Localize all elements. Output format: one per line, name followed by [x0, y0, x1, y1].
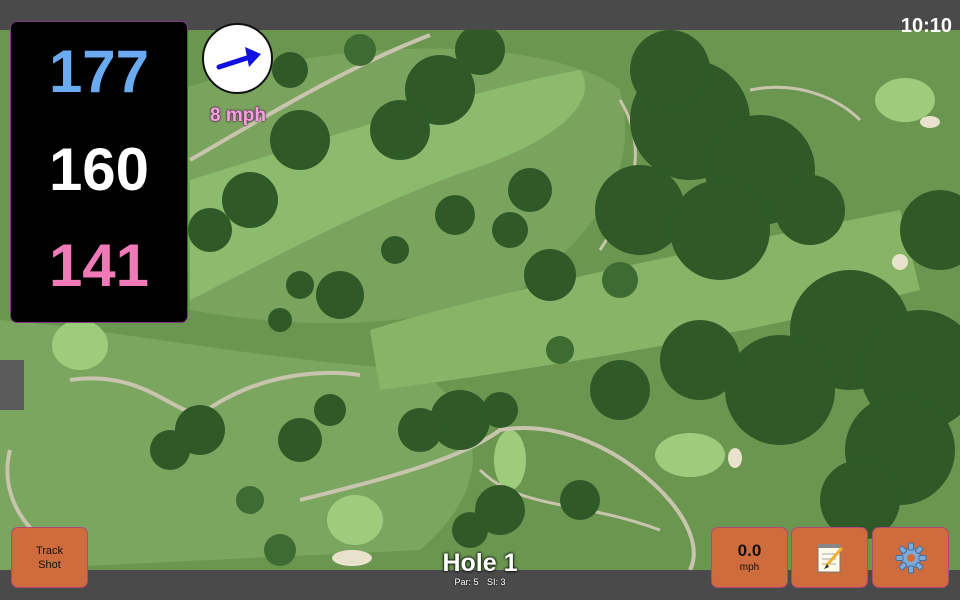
settings-button[interactable] — [873, 528, 948, 587]
clock: 10:10 — [900, 15, 952, 37]
notepad-icon — [817, 543, 843, 572]
speed-button[interactable]: 0.0 mph — [712, 528, 787, 587]
par-label: Par: 5 — [454, 577, 479, 587]
hole-title: Hole 1 — [442, 549, 518, 577]
track-shot-label-line1: Track — [35, 544, 64, 557]
wind-arrow-icon — [216, 47, 261, 70]
stroke-index-label: SI: 3 — [487, 577, 506, 587]
hole-info: Par: 5 SI: 3 — [380, 577, 580, 587]
middle-distance: 160 — [48, 136, 150, 203]
scorecard-notes-button[interactable] — [792, 528, 867, 587]
wind-speed-label: 8 mph — [210, 105, 266, 126]
speed-unit: mph — [739, 561, 760, 573]
wind-indicator — [202, 23, 273, 94]
speed-value: 0.0 — [737, 540, 762, 560]
distance-panel: 177 160 141 — [11, 22, 187, 322]
back-distance: 177 — [48, 38, 150, 105]
front-distance: 141 — [48, 232, 150, 299]
track-shot-button[interactable]: Track Shot — [12, 528, 87, 587]
track-shot-label-line2: Shot — [38, 558, 61, 571]
gear-icon — [895, 542, 926, 573]
